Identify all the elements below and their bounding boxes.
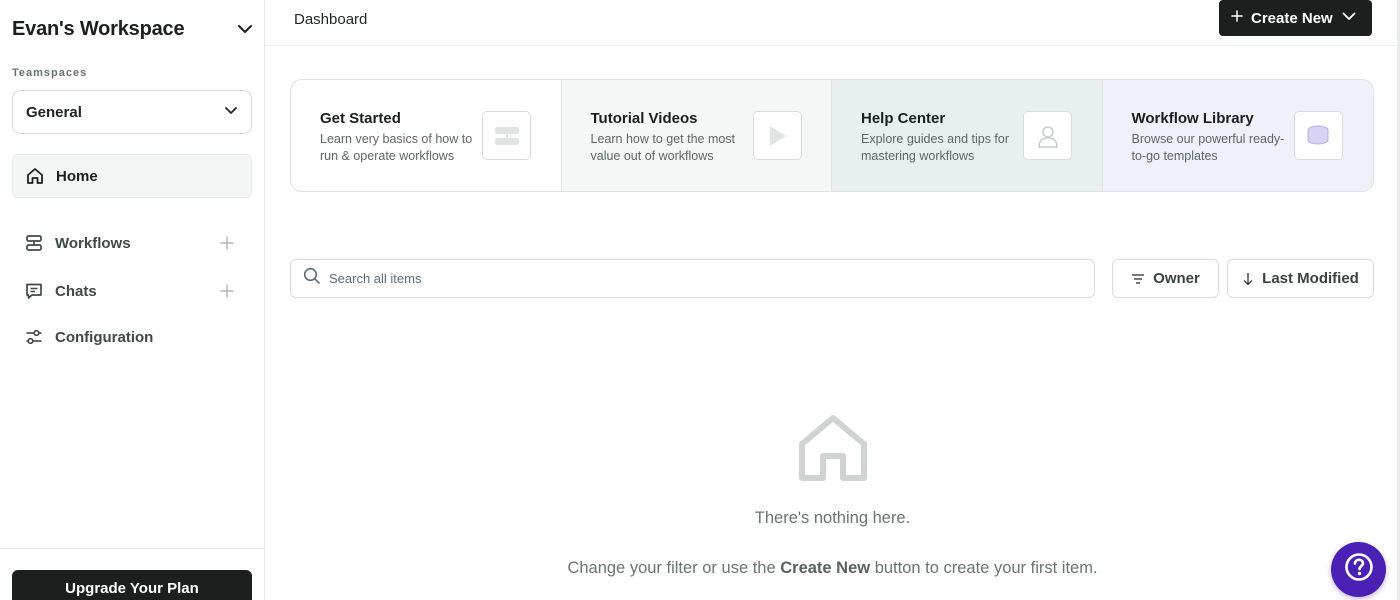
- person-icon: [1023, 111, 1072, 160]
- sidebar-item-label: Home: [56, 167, 98, 185]
- add-chat-icon[interactable]: [218, 282, 236, 300]
- page-title: Dashboard: [294, 11, 368, 28]
- workflows-icon: [24, 233, 44, 253]
- search-input[interactable]: [329, 271, 1069, 286]
- upgrade-plan-button[interactable]: Upgrade Your Plan: [12, 570, 252, 600]
- empty-state-text: button to create your first item.: [870, 559, 1098, 577]
- home-icon: [796, 412, 870, 484]
- card-help-center[interactable]: Help Center Explore guides and tips for …: [832, 80, 1103, 191]
- sidebar-item-home[interactable]: Home: [12, 154, 252, 198]
- card-get-started[interactable]: Get Started Learn very basics of how to …: [291, 80, 562, 191]
- sidebar-item-configuration[interactable]: Configuration: [12, 315, 252, 359]
- add-workflow-icon[interactable]: [218, 234, 236, 252]
- sidebar-item-label: Configuration: [55, 328, 154, 346]
- chevron-down-icon: [236, 20, 254, 38]
- card-tutorial-videos[interactable]: Tutorial Videos Learn how to get the mos…: [561, 80, 832, 191]
- card-title: Help Center: [861, 110, 946, 127]
- search-icon: [303, 267, 321, 290]
- card-title: Workflow Library: [1131, 110, 1254, 127]
- workspace-switcher[interactable]: Evan's Workspace: [12, 14, 254, 44]
- sort-label: Last Modified: [1262, 270, 1359, 287]
- sidebar-item-chats[interactable]: Chats: [12, 269, 252, 313]
- card-description: Browse our powerful ready-to-go template…: [1131, 132, 1285, 163]
- empty-state-title: There's nothing here.: [754, 509, 911, 527]
- search-bar[interactable]: [290, 259, 1095, 298]
- sidebar: Evan's Workspace Teamspaces General Home…: [0, 0, 265, 600]
- chevron-down-icon: [1341, 8, 1357, 29]
- question-icon: [1343, 551, 1375, 588]
- teamspace-select[interactable]: General: [12, 90, 252, 134]
- create-new-button[interactable]: Create New: [1219, 0, 1372, 36]
- sidebar-divider: [0, 548, 265, 549]
- create-new-label: Create New: [1251, 9, 1333, 27]
- teamspace-selected-value: General: [26, 103, 82, 121]
- sort-last-modified-button[interactable]: Last Modified: [1227, 259, 1374, 298]
- help-button[interactable]: [1331, 542, 1386, 597]
- card-description: Learn how to get the most value out of w…: [590, 132, 736, 163]
- empty-state-create-new: Create New: [780, 559, 871, 577]
- sidebar-item-workflows[interactable]: Workflows: [12, 221, 252, 265]
- empty-state-text: Change your filter or use the: [567, 559, 781, 577]
- top-bar: Dashboard Create New: [265, 0, 1400, 46]
- sidebar-item-label: Workflows: [55, 234, 131, 252]
- sidebar-item-label: Chats: [55, 282, 97, 300]
- card-workflow-library[interactable]: Workflow Library Browse our powerful rea…: [1102, 80, 1373, 191]
- play-icon: [752, 111, 802, 160]
- card-title: Tutorial Videos: [590, 110, 698, 127]
- empty-state-message: Change your filter or use the Create New…: [265, 559, 1400, 578]
- workspace-title: Evan's Workspace: [12, 17, 185, 40]
- arrow-down-icon: [1242, 272, 1254, 286]
- plus-icon: [1231, 9, 1243, 27]
- sliders-icon: [24, 327, 44, 347]
- card-description: Learn very basics of how to run & operat…: [320, 132, 473, 163]
- owner-filter-label: Owner: [1153, 270, 1200, 287]
- quick-start-cards: Get Started Learn very basics of how to …: [290, 79, 1374, 192]
- chevron-down-icon: [223, 102, 239, 123]
- chat-icon: [24, 281, 44, 301]
- teamspaces-label: Teamspaces: [12, 67, 88, 79]
- card-title: Get Started: [320, 110, 401, 127]
- card-description: Explore guides and tips for mastering wo…: [861, 132, 1010, 163]
- filter-icon: [1131, 273, 1145, 285]
- stack-icon: [1293, 111, 1343, 160]
- owner-filter-button[interactable]: Owner: [1112, 259, 1219, 298]
- home-icon: [25, 166, 45, 186]
- workflow-blocks-icon: [482, 111, 531, 160]
